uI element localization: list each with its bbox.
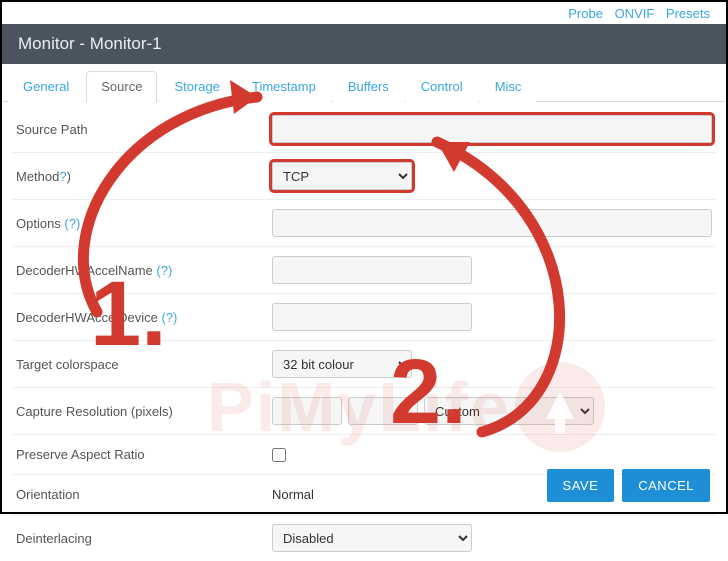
tab-storage[interactable]: Storage bbox=[159, 71, 235, 102]
link-presets[interactable]: Presets bbox=[666, 6, 710, 21]
top-links: Probe ONVIF Presets bbox=[560, 6, 710, 21]
label-method: Method?) bbox=[12, 169, 272, 184]
modal-header: Monitor - Monitor-1 bbox=[2, 24, 726, 64]
tab-general[interactable]: General bbox=[8, 71, 84, 102]
tab-misc[interactable]: Misc bbox=[480, 71, 537, 102]
watermark: PiMyLife bbox=[207, 362, 605, 452]
link-onvif[interactable]: ONVIF bbox=[615, 6, 655, 21]
label-orientation: Orientation bbox=[12, 487, 272, 502]
cancel-button[interactable]: CANCEL bbox=[622, 469, 710, 502]
row-source-path: Source Path bbox=[12, 106, 716, 153]
page-title: Monitor - Monitor-1 bbox=[18, 34, 162, 53]
row-decoder-name: DecoderHWAccelName (?) bbox=[12, 247, 716, 294]
label-decoder-name: DecoderHWAccelName (?) bbox=[12, 263, 272, 278]
help-method[interactable]: ? bbox=[59, 169, 66, 184]
decoder-name-input[interactable] bbox=[272, 256, 472, 284]
tab-control[interactable]: Control bbox=[406, 71, 478, 102]
tab-bar: General Source Storage Timestamp Buffers… bbox=[2, 64, 726, 102]
label-options: Options (?) bbox=[12, 216, 272, 231]
row-decoder-device: DecoderHWAccelDevice (?) bbox=[12, 294, 716, 341]
orientation-value: Normal bbox=[272, 487, 314, 502]
row-options: Options (?) bbox=[12, 200, 716, 247]
tab-buffers[interactable]: Buffers bbox=[333, 71, 404, 102]
row-deinterlacing: Deinterlacing Disabled bbox=[12, 515, 716, 561]
link-probe[interactable]: Probe bbox=[568, 6, 603, 21]
row-method: Method?) TCP bbox=[12, 153, 716, 200]
options-input[interactable] bbox=[272, 209, 712, 237]
method-select[interactable]: TCP bbox=[272, 162, 412, 190]
label-deinterlacing: Deinterlacing bbox=[12, 531, 272, 546]
label-decoder-device: DecoderHWAccelDevice (?) bbox=[12, 310, 272, 325]
help-decoder-device[interactable]: (?) bbox=[161, 310, 177, 325]
help-options[interactable]: (?) bbox=[64, 216, 80, 231]
tab-source[interactable]: Source bbox=[86, 71, 157, 102]
decoder-device-input[interactable] bbox=[272, 303, 472, 331]
help-decoder-name[interactable]: (?) bbox=[156, 263, 172, 278]
save-button[interactable]: SAVE bbox=[547, 469, 615, 502]
source-path-input[interactable] bbox=[272, 115, 712, 143]
label-source-path: Source Path bbox=[12, 122, 272, 137]
deinterlacing-select[interactable]: Disabled bbox=[272, 524, 472, 552]
button-bar: SAVE CANCEL bbox=[547, 469, 710, 502]
tab-timestamp[interactable]: Timestamp bbox=[237, 71, 331, 102]
